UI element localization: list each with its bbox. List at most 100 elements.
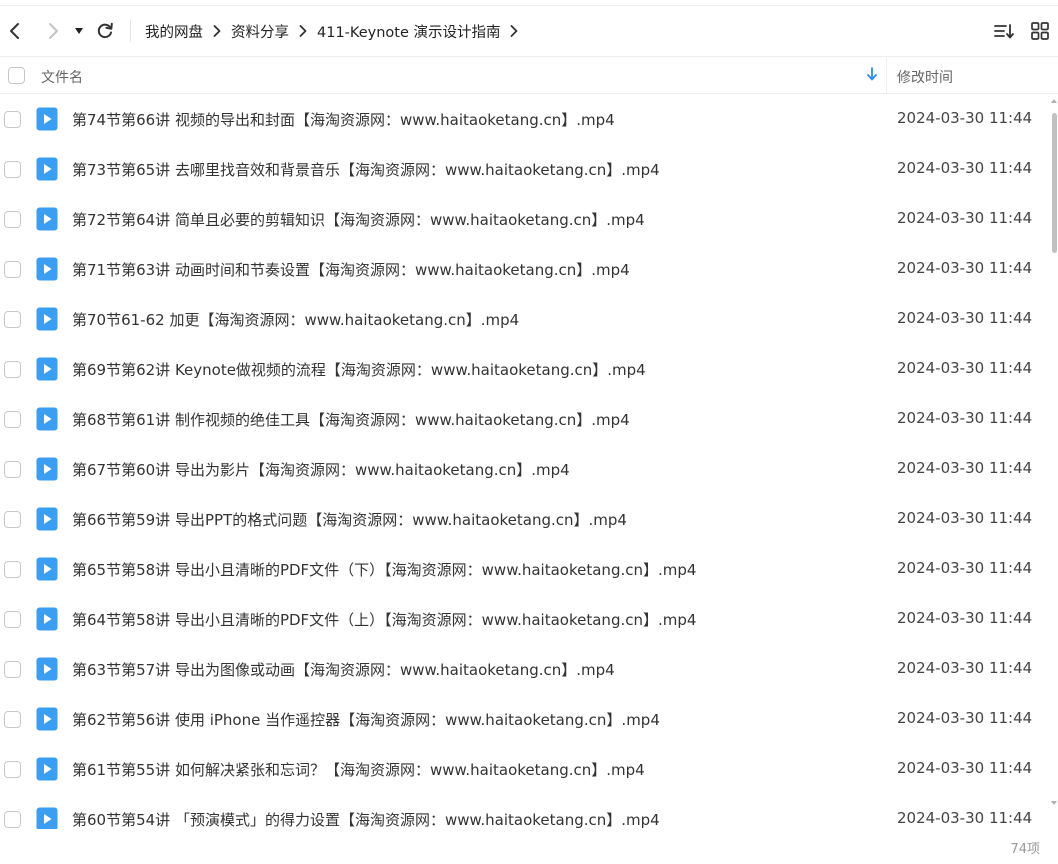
file-modified-time: 2024-03-30 11:44 xyxy=(897,659,1033,677)
scroll-thumb[interactable] xyxy=(1052,113,1057,253)
file-row[interactable]: 第74节第66讲 视频的导出和封面【海淘资源网：www.haitaoketang… xyxy=(0,95,1050,145)
video-file-icon xyxy=(36,707,58,735)
file-name[interactable]: 第72节第64讲 简单且必要的剪辑知识【海淘资源网：www.haitaoketa… xyxy=(72,209,645,230)
file-row[interactable]: 第71节第63讲 动画时间和节奏设置【海淘资源网：www.haitaoketan… xyxy=(0,245,1050,295)
scroll-down-arrow-icon[interactable] xyxy=(1051,801,1057,805)
file-name[interactable]: 第60节第54讲 「预演模式」的得力设置【海淘资源网：www.haitaoket… xyxy=(72,809,660,829)
video-file-icon xyxy=(36,407,58,435)
file-name[interactable]: 第67节第60讲 导出为影片【海淘资源网：www.haitaoketang.cn… xyxy=(72,459,570,480)
file-browser: 我的网盘 资料分享 411-Keynote 演示设计指南 文件名 修改时间 第7… xyxy=(0,0,1058,864)
breadcrumb-item-shared[interactable]: 资料分享 xyxy=(231,21,289,42)
video-file-icon xyxy=(36,157,58,185)
file-row[interactable]: 第62节第56讲 使用 iPhone 当作遥控器【海淘资源网：www.haita… xyxy=(0,695,1050,745)
row-checkbox[interactable] xyxy=(4,711,21,728)
file-modified-time: 2024-03-30 11:44 xyxy=(897,159,1033,177)
breadcrumb: 我的网盘 资料分享 411-Keynote 演示设计指南 xyxy=(145,21,528,42)
file-row[interactable]: 第61节第55讲 如何解决紧张和忘词？【海淘资源网：www.haitaoketa… xyxy=(0,745,1050,795)
row-checkbox[interactable] xyxy=(4,311,21,328)
file-row[interactable]: 第63节第57讲 导出为图像或动画【海淘资源网：www.haitaoketang… xyxy=(0,645,1050,695)
file-row[interactable]: 第73节第65讲 去哪里找音效和背景音乐【海淘资源网：www.haitaoket… xyxy=(0,145,1050,195)
row-checkbox[interactable] xyxy=(4,361,21,378)
file-modified-time: 2024-03-30 11:44 xyxy=(897,359,1033,377)
row-checkbox[interactable] xyxy=(4,211,21,228)
file-row[interactable]: 第72节第64讲 简单且必要的剪辑知识【海淘资源网：www.haitaoketa… xyxy=(0,195,1050,245)
file-name[interactable]: 第68节第61讲 制作视频的绝佳工具【海淘资源网：www.haitaoketan… xyxy=(72,409,630,430)
row-checkbox[interactable] xyxy=(4,411,21,428)
file-row[interactable]: 第66节第59讲 导出PPT的格式问题【海淘资源网：www.haitaoketa… xyxy=(0,495,1050,545)
row-checkbox[interactable] xyxy=(4,111,21,128)
file-name[interactable]: 第66节第59讲 导出PPT的格式问题【海淘资源网：www.haitaoketa… xyxy=(72,509,627,530)
row-checkbox[interactable] xyxy=(4,611,21,628)
file-name[interactable]: 第71节第63讲 动画时间和节奏设置【海淘资源网：www.haitaoketan… xyxy=(72,259,630,280)
status-bar: 74项 xyxy=(0,829,1058,864)
column-divider[interactable] xyxy=(886,57,887,94)
file-modified-time: 2024-03-30 11:44 xyxy=(897,609,1033,627)
grid-view-button[interactable] xyxy=(1022,13,1058,49)
file-row[interactable]: 第65节第58讲 导出小且清晰的PDF文件（下）【海淘资源网：www.haita… xyxy=(0,545,1050,595)
file-name[interactable]: 第73节第65讲 去哪里找音效和背景音乐【海淘资源网：www.haitaoket… xyxy=(72,159,660,180)
breadcrumb-item-current-folder[interactable]: 411-Keynote 演示设计指南 xyxy=(317,21,500,42)
column-header-name[interactable]: 文件名 xyxy=(41,67,83,87)
video-file-icon xyxy=(36,457,58,485)
row-checkbox[interactable] xyxy=(4,261,21,278)
file-modified-time: 2024-03-30 11:44 xyxy=(897,259,1033,277)
video-file-icon xyxy=(36,557,58,585)
breadcrumb-item-my-drive[interactable]: 我的网盘 xyxy=(145,21,203,42)
video-file-icon xyxy=(36,757,58,785)
file-name[interactable]: 第69节第62讲 Keynote做视频的流程【海淘资源网：www.haitaok… xyxy=(72,359,646,380)
file-name[interactable]: 第65节第58讲 导出小且清晰的PDF文件（下）【海淘资源网：www.haita… xyxy=(72,559,696,580)
video-file-icon xyxy=(36,307,58,335)
file-row[interactable]: 第67节第60讲 导出为影片【海淘资源网：www.haitaoketang.cn… xyxy=(0,445,1050,495)
file-modified-time: 2024-03-30 11:44 xyxy=(897,559,1033,577)
file-name[interactable]: 第63节第57讲 导出为图像或动画【海淘资源网：www.haitaoketang… xyxy=(72,659,615,680)
sort-button[interactable] xyxy=(986,13,1022,49)
file-row[interactable]: 第68节第61讲 制作视频的绝佳工具【海淘资源网：www.haitaoketan… xyxy=(0,395,1050,445)
file-modified-time: 2024-03-30 11:44 xyxy=(897,709,1033,727)
arrow-down-icon[interactable] xyxy=(866,67,878,85)
video-file-icon xyxy=(36,207,58,235)
file-modified-time: 2024-03-30 11:44 xyxy=(897,309,1033,327)
file-modified-time: 2024-03-30 11:44 xyxy=(897,459,1033,477)
file-modified-time: 2024-03-30 11:44 xyxy=(897,809,1033,827)
column-header-modified-time[interactable]: 修改时间 xyxy=(897,67,953,87)
video-file-icon xyxy=(36,807,58,829)
select-all-checkbox[interactable] xyxy=(8,67,25,84)
chevron-right-icon xyxy=(299,25,307,37)
file-name[interactable]: 第70节61-62 加更【海淘资源网：www.haitaoketang.cn】.… xyxy=(72,309,519,330)
file-row[interactable]: 第70节61-62 加更【海淘资源网：www.haitaoketang.cn】.… xyxy=(0,295,1050,345)
row-checkbox[interactable] xyxy=(4,161,21,178)
file-row[interactable]: 第60节第54讲 「预演模式」的得力设置【海淘资源网：www.haitaoket… xyxy=(0,795,1050,829)
file-row[interactable]: 第64节第58讲 导出小且清晰的PDF文件（上）【海淘资源网：www.haita… xyxy=(0,595,1050,645)
history-dropdown-button[interactable] xyxy=(70,11,88,51)
row-checkbox[interactable] xyxy=(4,661,21,678)
chevron-right-icon xyxy=(49,23,58,39)
forward-button[interactable] xyxy=(38,11,68,51)
video-file-icon xyxy=(36,257,58,285)
toolbar-divider xyxy=(130,20,131,42)
row-checkbox[interactable] xyxy=(4,761,21,778)
video-file-icon xyxy=(36,507,58,535)
refresh-button[interactable] xyxy=(90,11,120,51)
item-count: 74项 xyxy=(1010,842,1040,857)
vertical-scrollbar[interactable] xyxy=(1050,95,1058,829)
scroll-up-arrow-icon[interactable] xyxy=(1051,99,1057,103)
chevron-right-icon xyxy=(510,25,518,37)
toolbar-right xyxy=(986,6,1058,56)
file-name[interactable]: 第61节第55讲 如何解决紧张和忘词？【海淘资源网：www.haitaoketa… xyxy=(72,759,645,780)
video-file-icon xyxy=(36,357,58,385)
row-checkbox[interactable] xyxy=(4,511,21,528)
chevron-left-icon xyxy=(10,23,19,39)
row-checkbox[interactable] xyxy=(4,561,21,578)
row-checkbox[interactable] xyxy=(4,461,21,478)
back-button[interactable] xyxy=(0,11,30,51)
file-row[interactable]: 第69节第62讲 Keynote做视频的流程【海淘资源网：www.haitaok… xyxy=(0,345,1050,395)
row-checkbox[interactable] xyxy=(4,811,21,828)
refresh-icon xyxy=(97,22,113,39)
file-modified-time: 2024-03-30 11:44 xyxy=(897,409,1033,427)
video-file-icon xyxy=(36,657,58,685)
file-name[interactable]: 第62节第56讲 使用 iPhone 当作遥控器【海淘资源网：www.haita… xyxy=(72,709,660,730)
file-name[interactable]: 第64节第58讲 导出小且清晰的PDF文件（上）【海淘资源网：www.haita… xyxy=(72,609,696,630)
file-name[interactable]: 第74节第66讲 视频的导出和封面【海淘资源网：www.haitaoketang… xyxy=(72,109,615,130)
video-file-icon xyxy=(36,107,58,135)
caret-down-icon xyxy=(75,28,83,34)
